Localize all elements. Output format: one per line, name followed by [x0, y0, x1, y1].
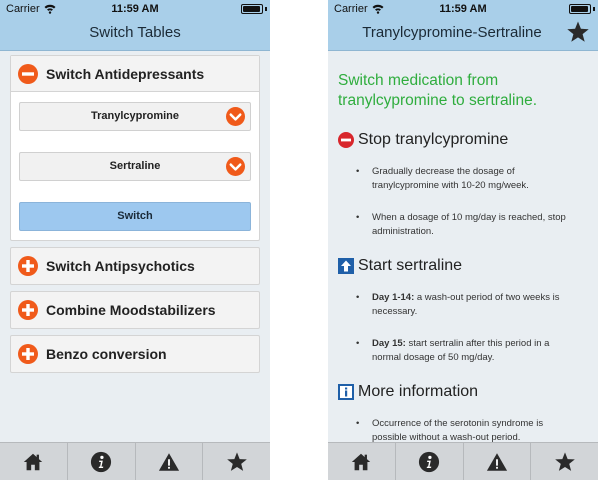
- tab-home[interactable]: [328, 443, 396, 480]
- start-section-header: Start sertraline: [338, 257, 588, 275]
- tab-home[interactable]: [0, 443, 68, 480]
- section-combine-moodstabilizers[interactable]: Combine Moodstabilizers: [10, 291, 260, 329]
- home-icon: [350, 451, 372, 473]
- switch-details: Switch medication from tranylcypromine t…: [328, 51, 598, 442]
- info-section-header: More information: [338, 383, 588, 401]
- section-switch-antipsychotics[interactable]: Switch Antipsychotics: [10, 247, 260, 285]
- plus-circle-icon: [18, 344, 38, 364]
- from-medication-select[interactable]: Tranylcypromine: [19, 102, 251, 131]
- info-box-icon: [338, 384, 354, 400]
- stop-section-title: Stop tranylcypromine: [358, 131, 509, 148]
- home-icon: [22, 451, 44, 473]
- to-medication-select[interactable]: Sertraline: [19, 152, 251, 181]
- from-medication-value: Tranylcypromine: [90, 110, 180, 122]
- list-item: Day 15: start sertralin after this perio…: [338, 337, 588, 365]
- info-notes: Occurrence of the serotonin syndrome is …: [338, 417, 588, 442]
- chevron-down-icon: [226, 107, 245, 126]
- page-title: Switch Tables: [89, 24, 181, 41]
- battery-icon: [241, 4, 263, 14]
- info-section-title: More information: [358, 383, 479, 400]
- day-label: Day 15:: [372, 338, 406, 349]
- section-header-antipsychotics[interactable]: Switch Antipsychotics: [11, 248, 259, 284]
- info-icon: [418, 451, 440, 473]
- chevron-down-icon: [226, 157, 245, 176]
- battery-icon: [569, 4, 591, 14]
- status-time: 11:59 AM: [439, 3, 487, 15]
- tab-warning[interactable]: [464, 443, 532, 480]
- section-header-moodstabilizers[interactable]: Combine Moodstabilizers: [11, 292, 259, 328]
- tab-favorites[interactable]: [203, 443, 270, 480]
- plus-circle-icon: [18, 256, 38, 276]
- status-time: 11:59 AM: [111, 3, 159, 15]
- stop-instructions: Gradually decrease the dosage of tranylc…: [338, 165, 588, 239]
- section-label: Benzo conversion: [46, 346, 167, 362]
- tab-info[interactable]: [396, 443, 464, 480]
- plus-circle-icon: [18, 300, 38, 320]
- nav-bar: Carrier 11:59 AM Switch Tables: [0, 0, 270, 51]
- list-item: Occurrence of the serotonin syndrome is …: [338, 417, 588, 442]
- status-bar: Carrier 11:59 AM: [328, 0, 598, 18]
- star-icon: [554, 451, 576, 473]
- list-item: When a dosage of 10 mg/day is reached, s…: [338, 211, 588, 239]
- list-item: Gradually decrease the dosage of tranylc…: [338, 165, 588, 193]
- section-benzo-conversion[interactable]: Benzo conversion: [10, 335, 260, 373]
- switch-headline: Switch medication from tranylcypromine t…: [338, 72, 537, 109]
- section-switch-antidepressants: Switch Antidepressants Tranylcypromine S…: [10, 55, 260, 241]
- star-icon: [226, 451, 248, 473]
- warning-icon: [486, 451, 508, 473]
- favorite-star-icon[interactable]: [566, 20, 590, 44]
- day-label: Day 1-14:: [372, 292, 415, 303]
- to-medication-value: Sertraline: [109, 160, 161, 172]
- info-icon: [90, 451, 112, 473]
- section-label: Combine Moodstabilizers: [46, 302, 216, 318]
- left-screen: Carrier 11:59 AM Switch Tables Switch An…: [0, 0, 270, 480]
- battery-tip: [593, 7, 595, 11]
- right-screen: Carrier 11:59 AM Tranylcypromine-Sertral…: [328, 0, 598, 480]
- no-entry-icon: [338, 132, 354, 148]
- status-bar: Carrier 11:59 AM: [0, 0, 270, 18]
- tab-bar: [0, 442, 270, 480]
- switch-tables-list: Switch Antidepressants Tranylcypromine S…: [0, 51, 270, 442]
- list-item: Day 1-14: a wash-out period of two weeks…: [338, 291, 588, 319]
- section-header-benzo[interactable]: Benzo conversion: [11, 336, 259, 372]
- tab-warning[interactable]: [136, 443, 204, 480]
- up-arrow-box-icon: [338, 258, 354, 274]
- tab-favorites[interactable]: [531, 443, 598, 480]
- switch-button[interactable]: Switch: [19, 202, 251, 231]
- section-body: Tranylcypromine Sertraline Switch: [11, 92, 259, 240]
- battery-tip: [265, 7, 267, 11]
- start-instructions: Day 1-14: a wash-out period of two weeks…: [338, 291, 588, 365]
- nav-bar: Carrier 11:59 AM Tranylcypromine-Sertral…: [328, 0, 598, 51]
- minus-circle-icon: [18, 64, 38, 84]
- page-title: Tranylcypromine-Sertraline: [362, 24, 542, 41]
- section-label: Switch Antipsychotics: [46, 258, 195, 274]
- stop-section-header: Stop tranylcypromine: [338, 131, 588, 149]
- start-section-title: Start sertraline: [358, 257, 463, 274]
- section-header-antidepressants[interactable]: Switch Antidepressants: [11, 56, 259, 92]
- tab-bar: [328, 442, 598, 480]
- tab-info[interactable]: [68, 443, 136, 480]
- warning-icon: [158, 451, 180, 473]
- section-label: Switch Antidepressants: [46, 65, 205, 82]
